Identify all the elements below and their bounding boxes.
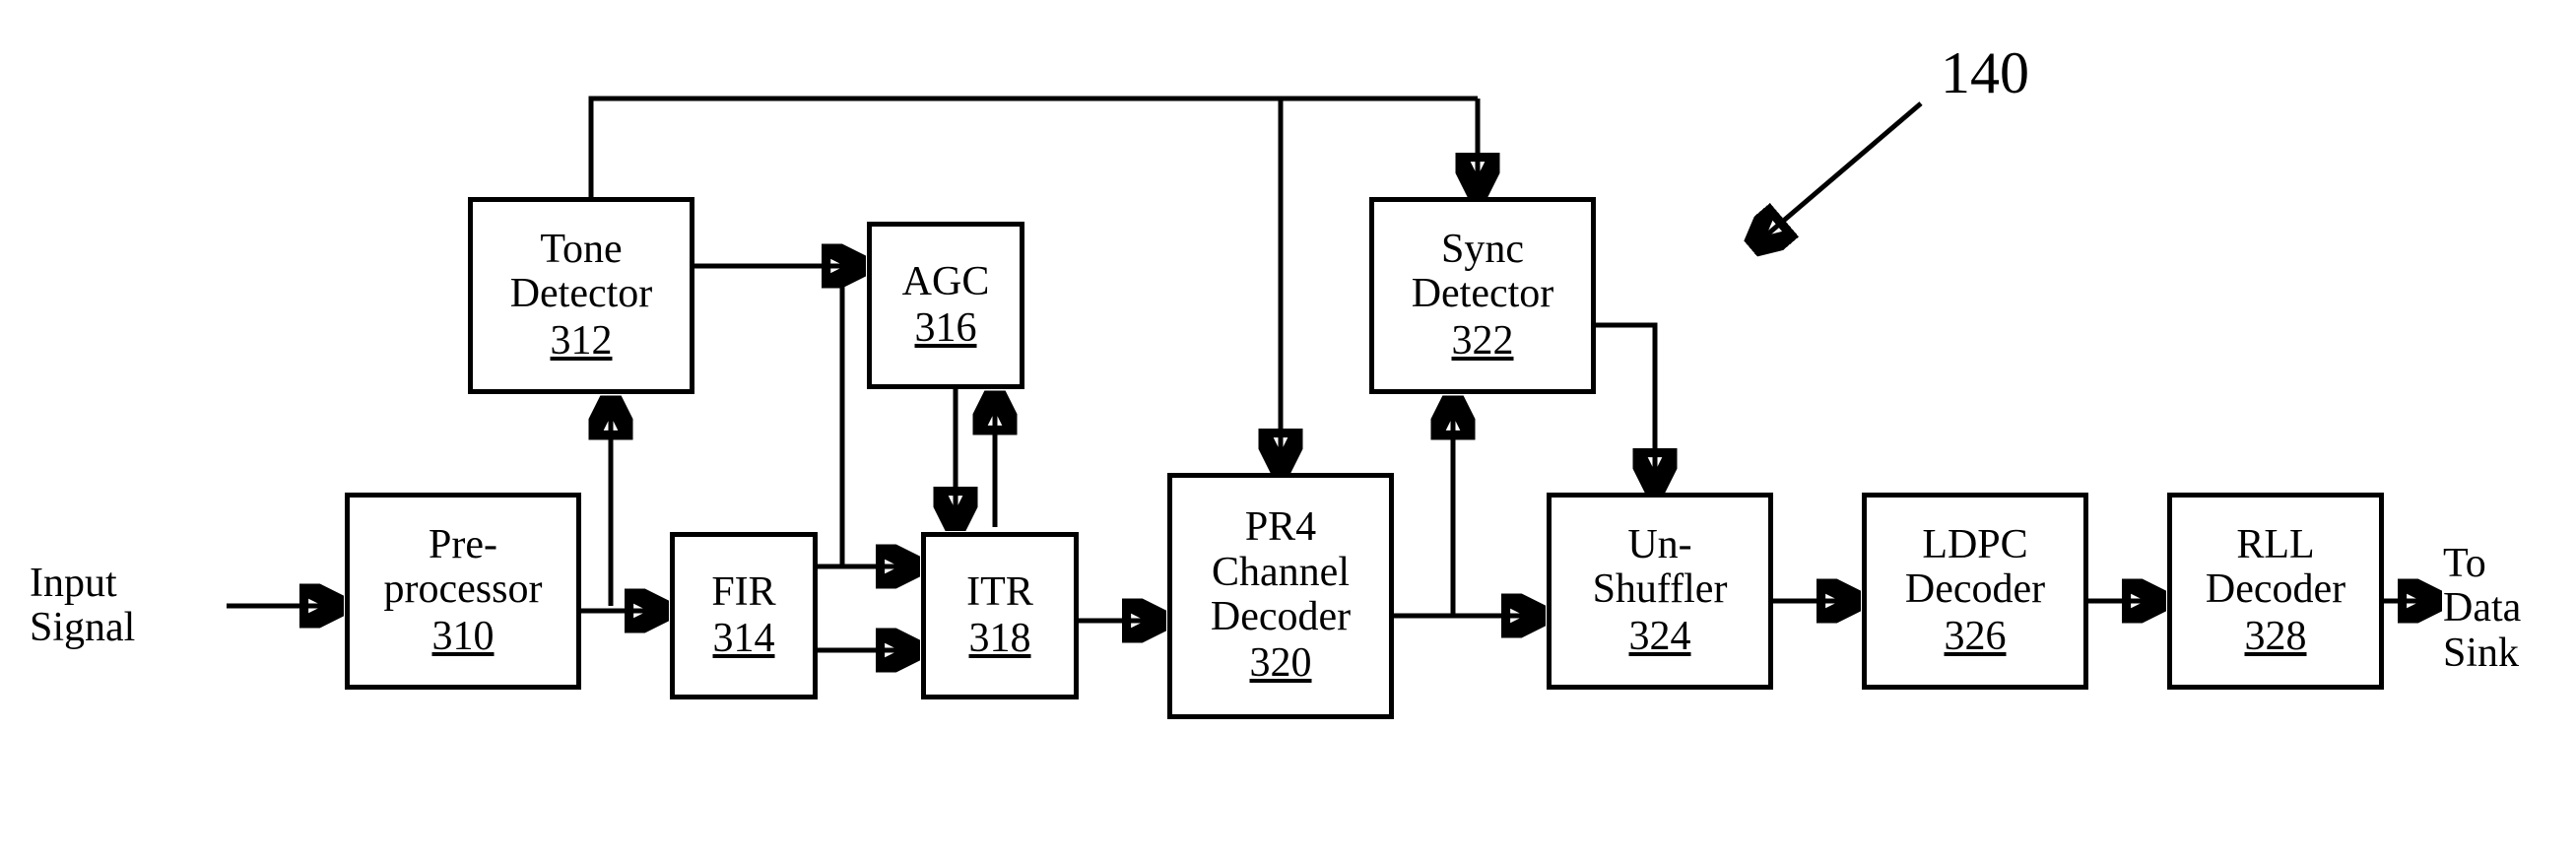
unshuffler-block: Un- Shuffler 324 [1547, 493, 1773, 690]
tone-detector-block: Tone Detector 312 [468, 197, 694, 394]
arrow-sync-to-unshuf [1596, 325, 1655, 489]
itr-label: ITR [966, 570, 1033, 615]
fir-block: FIR 314 [670, 532, 818, 699]
tone-detector-label: Tone Detector [510, 228, 653, 317]
preprocessor-block: Pre- processor 310 [345, 493, 581, 690]
rll-decoder-ref: 328 [2245, 615, 2307, 659]
ldpc-decoder-label: LDPC Decoder [1905, 523, 2045, 613]
arrow-fir-up-segment [818, 266, 842, 566]
figure-number: 140 [1941, 39, 2029, 107]
diagram-canvas: Input Signal To Data Sink 140 Pre- proce… [0, 0, 2576, 864]
arrows-overlay [0, 0, 2576, 864]
agc-block: AGC 316 [867, 222, 1024, 389]
sync-detector-ref: 322 [1452, 319, 1514, 364]
agc-label: AGC [902, 260, 990, 304]
preprocessor-ref: 310 [432, 615, 495, 659]
sync-detector-block: Sync Detector 322 [1369, 197, 1596, 394]
tone-top-bus-path [591, 99, 1478, 197]
tone-detector-ref: 312 [551, 319, 613, 364]
unshuffler-ref: 324 [1629, 615, 1691, 659]
preprocessor-label: Pre- processor [384, 523, 543, 613]
itr-ref: 318 [969, 617, 1031, 661]
output-label: To Data Sink [2443, 542, 2521, 676]
fir-label: FIR [711, 570, 775, 615]
ldpc-decoder-block: LDPC Decoder 326 [1862, 493, 2088, 690]
arrow-figure-pointer [1753, 103, 1921, 246]
fir-ref: 314 [713, 617, 775, 661]
sync-detector-label: Sync Detector [1412, 228, 1554, 317]
rll-decoder-block: RLL Decoder 328 [2167, 493, 2384, 690]
itr-block: ITR 318 [921, 532, 1079, 699]
pr4-decoder-block: PR4 Channel Decoder 320 [1167, 473, 1394, 719]
agc-ref: 316 [915, 306, 977, 351]
pr4-decoder-ref: 320 [1250, 641, 1312, 686]
ldpc-decoder-ref: 326 [1945, 615, 2007, 659]
pr4-decoder-label: PR4 Channel Decoder [1211, 505, 1351, 639]
rll-decoder-label: RLL Decoder [2206, 523, 2345, 613]
unshuffler-label: Un- Shuffler [1593, 523, 1728, 613]
input-signal-label: Input Signal [30, 562, 135, 651]
